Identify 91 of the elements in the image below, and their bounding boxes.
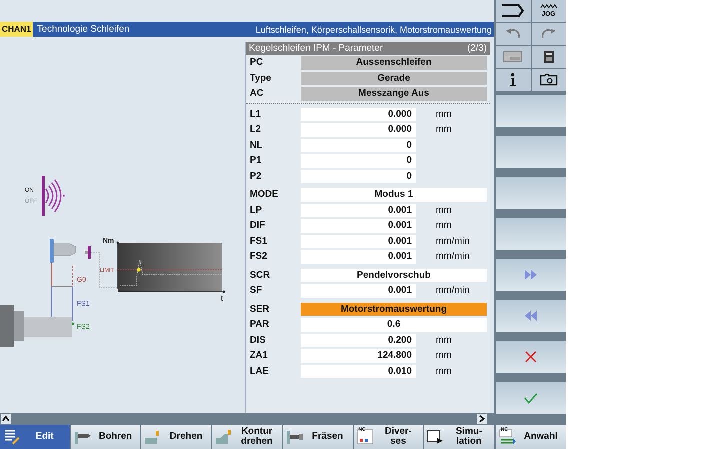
calculator-icon[interactable]	[532, 46, 566, 68]
input-field[interactable]: 0.001	[301, 234, 416, 248]
parameter-label: NL	[249, 140, 264, 151]
camera-icon[interactable]	[532, 69, 566, 91]
parameter-label: Type	[249, 72, 272, 84]
softkey[interactable]: Fräsen	[282, 425, 353, 449]
input-field[interactable]: 124.800	[301, 349, 416, 362]
double-right-arrow-icon	[524, 270, 538, 280]
checkmark-icon	[524, 392, 538, 404]
toggle-field[interactable]: Aussenschleifen	[301, 56, 487, 70]
milling-tool-icon	[286, 429, 304, 445]
signal-line	[90, 252, 118, 288]
parameter-label: DIF	[249, 220, 266, 232]
unit-label: mm/min	[436, 285, 470, 296]
parameter-label: PAR	[249, 319, 270, 330]
program-list-icon	[499, 429, 517, 445]
parameter-label: SER	[249, 304, 271, 315]
input-field[interactable]: 0.000	[301, 108, 416, 121]
unit-label: mm	[436, 204, 452, 216]
input-field[interactable]: 0.001	[301, 219, 416, 232]
toggle-field[interactable]: Gerade	[301, 72, 487, 85]
unit-label: mm	[436, 108, 452, 120]
header-subtitle: Luftschleifen, Körperschallsensorik, Motorstromauswertung	[256, 24, 492, 34]
parameter-label: P1	[249, 155, 263, 166]
wave-icon	[540, 4, 558, 11]
input-field[interactable]: 0.200	[301, 334, 416, 347]
unit-label: mm	[436, 350, 452, 362]
forward-softkey[interactable]	[496, 259, 566, 291]
info-icon[interactable]	[496, 69, 530, 91]
parameter-label: P2	[249, 170, 263, 182]
play-screen-icon	[427, 429, 446, 445]
parameter-label: L1	[249, 108, 262, 120]
parameter-label: FS1	[249, 236, 268, 247]
choice-field[interactable]: 0.6	[301, 318, 487, 332]
parameter-label: AC	[249, 88, 265, 100]
choice-field[interactable]: Motorstromauswertung	[301, 302, 487, 316]
parameter-label: ZA1	[249, 350, 269, 362]
parameter-label: L2	[249, 124, 262, 136]
header-title: Technologie Schleifen	[37, 24, 130, 35]
toggle-field[interactable]: Messzange Aus	[301, 87, 487, 100]
program-icon	[356, 429, 375, 445]
softkey[interactable]	[496, 218, 566, 250]
parameter-label: LAE	[249, 366, 270, 377]
input-field[interactable]: 0	[301, 170, 416, 183]
scroll-right-icon[interactable]	[477, 414, 487, 424]
input-field[interactable]: 0.000	[301, 123, 416, 136]
double-left-arrow-icon	[524, 311, 538, 321]
unit-label: mm	[436, 124, 452, 136]
parameter-label: MODE	[249, 189, 280, 200]
close-icon	[525, 351, 537, 363]
drill-tool-icon	[74, 429, 92, 445]
input-field[interactable]: 0.001	[301, 204, 416, 217]
page-indicator: (2/3)	[467, 43, 487, 54]
unit-label: mm	[436, 366, 452, 377]
softkey[interactable]	[496, 136, 566, 168]
softkey[interactable]: Drehen	[141, 425, 212, 449]
parameter-label: SF	[249, 285, 264, 296]
return-bracket-icon[interactable]	[496, 0, 530, 22]
softkey[interactable]: Simu- lation	[424, 425, 494, 449]
softkey[interactable]: Bohren	[70, 425, 140, 449]
channel-badge: CHAN1	[0, 22, 34, 37]
time-axis-label: t	[221, 294, 224, 303]
unit-label: mm/min	[436, 236, 470, 247]
softkey[interactable]: Kontur drehen	[212, 425, 282, 449]
input-field[interactable]: 0.001	[301, 250, 416, 264]
unit-label: mm/min	[436, 251, 470, 262]
parameter-label: FS2	[249, 251, 268, 262]
sound-wave-icon	[42, 176, 65, 216]
unit-label: mm	[436, 220, 452, 232]
choice-field[interactable]: Pendelvorschub	[301, 268, 487, 282]
parameter-label: LP	[249, 204, 264, 216]
panel-title: Kegelschleifen IPM - Parameter	[249, 43, 384, 54]
input-field[interactable]: 0.010	[301, 364, 416, 378]
unit-label: mm	[436, 334, 452, 346]
softkey[interactable]	[496, 177, 566, 209]
document-pencil-icon	[3, 429, 21, 445]
contour-tool-icon	[215, 429, 234, 445]
ok-softkey[interactable]	[496, 382, 566, 414]
scroll-up-icon[interactable]	[1, 414, 11, 424]
back-softkey[interactable]	[496, 300, 566, 332]
parameter-label: PC	[249, 57, 264, 68]
grinding-spindle-drawing	[50, 239, 91, 263]
parameter-label: SCR	[249, 270, 272, 281]
choice-field[interactable]: Modus 1	[301, 188, 487, 202]
input-field[interactable]: 0	[301, 138, 416, 152]
softkey[interactable]: Edit	[0, 425, 70, 449]
parameter-label: DIS	[249, 334, 267, 346]
cancel-softkey[interactable]	[496, 341, 566, 373]
workpiece-drawing	[0, 305, 72, 347]
input-field[interactable]: 0.001	[301, 284, 416, 298]
input-field[interactable]: 0	[301, 154, 416, 168]
